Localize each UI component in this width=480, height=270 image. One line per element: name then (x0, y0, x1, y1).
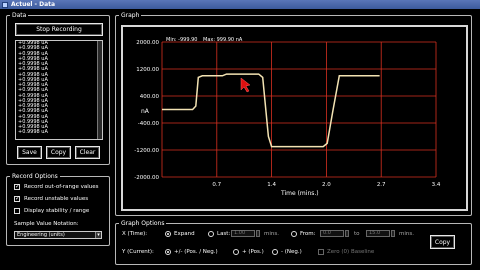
cursor-arrow-icon (240, 77, 251, 93)
neg-label: - (Neg.) (281, 249, 302, 255)
data-window: Actuel - Data Data Stop Recording +0.999… (0, 0, 480, 270)
last-input[interactable]: 1.00 (231, 230, 255, 237)
chart-y-label: nA (141, 108, 150, 115)
y-current-label: Y (Current): (122, 249, 154, 255)
to-spinner[interactable] (391, 230, 395, 237)
x-tick-label: 0.7 (212, 182, 221, 188)
chart-series-line (162, 73, 380, 148)
pos-label: + (Pos.) (242, 249, 264, 255)
neg-radio[interactable] (272, 249, 278, 255)
chart-x-ticks: 0.7 1.4 2.0 2.7 3.4 (212, 182, 440, 188)
x-tick-label: 2.7 (377, 182, 386, 188)
last-unit: mins. (264, 231, 279, 237)
y-tick-label: -1200.00 (134, 148, 159, 154)
from-input[interactable]: 0.0 (320, 230, 344, 237)
graph-copy-button[interactable]: Copy (430, 235, 455, 249)
y-tick-label: 400.00 (140, 94, 160, 100)
y-tick-label: 2000.00 (136, 40, 159, 46)
x-tick-label: 1.4 (267, 182, 276, 188)
last-spinner[interactable] (256, 230, 260, 237)
expand-label: Expand (174, 231, 195, 237)
y-tick-label: -400.00 (138, 121, 160, 127)
pos-radio[interactable] (233, 249, 239, 255)
pos-neg-label: +/- (Pos. / Neg.) (174, 249, 218, 255)
last-radio[interactable] (208, 231, 214, 237)
to-unit: mins. (399, 231, 414, 237)
last-label: Last: (217, 231, 231, 237)
chart-x-label: Time (mins.) (280, 190, 319, 197)
to-input[interactable]: 15.0 (366, 230, 390, 237)
x-tick-label: 2.0 (322, 182, 331, 188)
from-radio[interactable] (291, 231, 297, 237)
expand-radio[interactable] (165, 231, 171, 237)
x-tick-label: 3.4 (432, 182, 441, 188)
x-time-label: X (Time): (122, 231, 148, 237)
chart-grid (161, 41, 437, 178)
y-tick-label: 1200.00 (136, 67, 159, 73)
from-spinner[interactable] (345, 230, 349, 237)
zero-baseline-checkbox[interactable] (318, 249, 324, 255)
to-label: to (354, 231, 360, 237)
y-tick-label: -2000.00 (134, 175, 159, 181)
from-label: From: (300, 231, 316, 237)
pos-neg-radio[interactable] (165, 249, 171, 255)
zero-baseline-label: Zero (0) Baseline (327, 249, 375, 255)
graph-options-label: Graph Options (119, 220, 167, 227)
graph-options-group: Graph Options (115, 220, 472, 265)
